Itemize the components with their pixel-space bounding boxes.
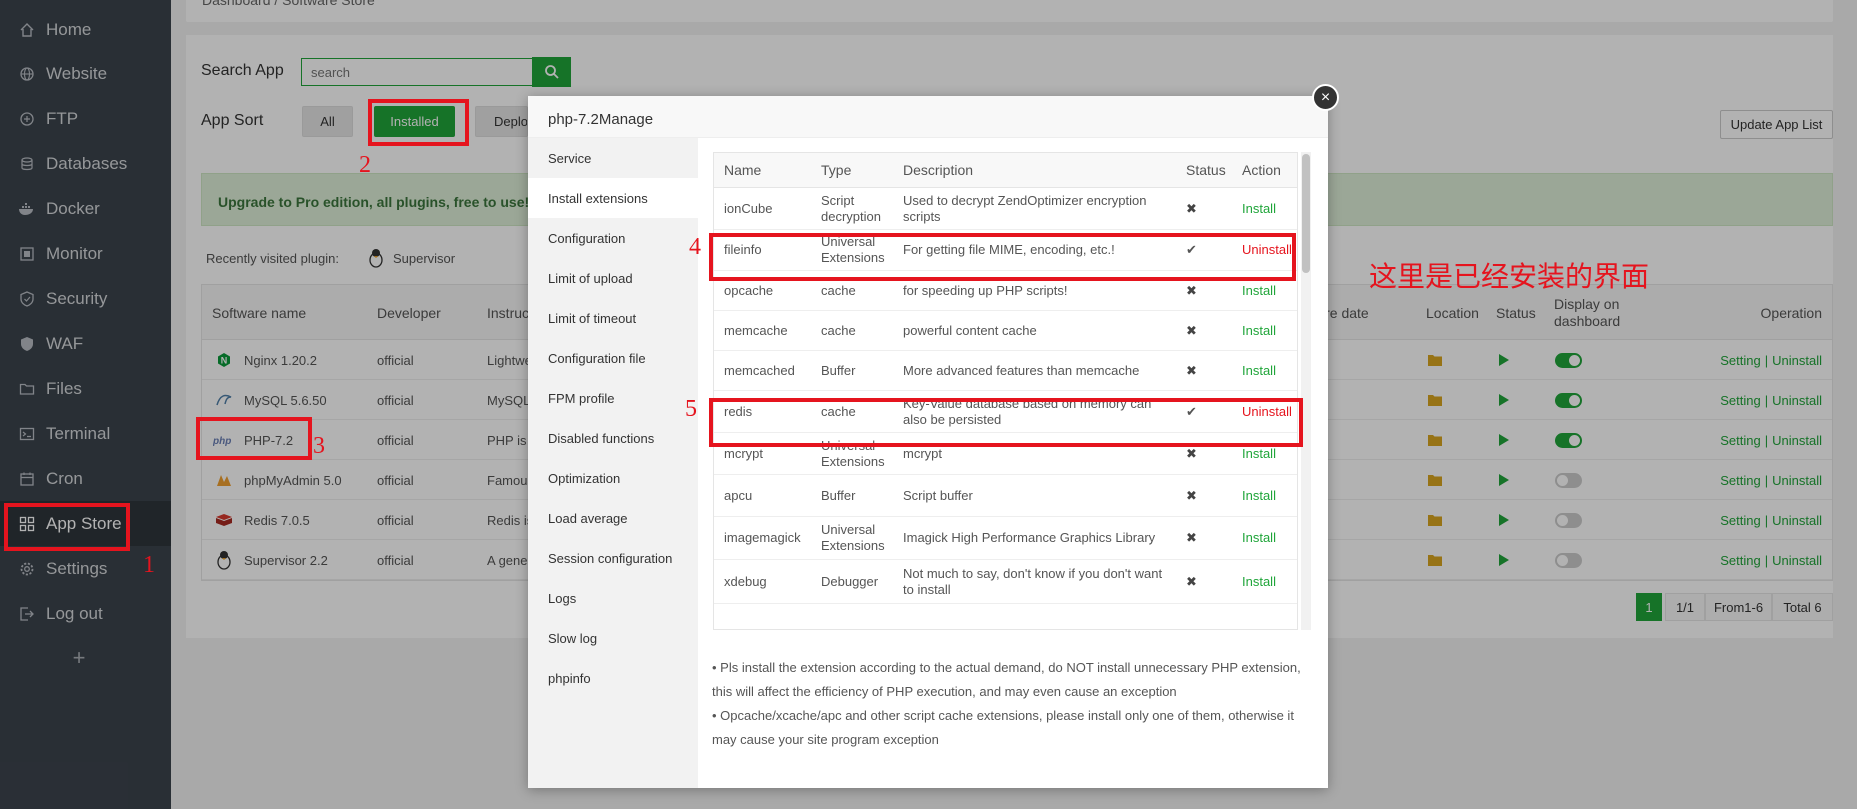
ext-name: fileinfo xyxy=(724,242,762,257)
ext-status-icon: ✔ xyxy=(1186,403,1197,419)
extensions-scrollbar-thumb[interactable] xyxy=(1302,154,1310,273)
annotation-5: 5 xyxy=(685,396,697,422)
extension-row: memcached Buffer More advanced features th… xyxy=(714,351,1297,391)
ext-status-icon: ✖ xyxy=(1186,362,1197,378)
ext-status-icon: ✔ xyxy=(1186,242,1197,257)
ext-type: Universal Extensions xyxy=(821,522,885,553)
ext-type: cache xyxy=(821,403,856,419)
ext-action-link[interactable]: Install xyxy=(1242,271,1276,310)
modal-menu-item[interactable]: Limit of upload xyxy=(528,258,698,298)
col-ext-description: Description xyxy=(903,162,974,178)
modal-menu-item[interactable]: Service xyxy=(528,138,698,178)
note-1: • Pls install the extension according to… xyxy=(712,660,1301,699)
ext-name: mcrypt xyxy=(724,445,763,461)
ext-type: Buffer xyxy=(821,362,856,378)
modal-menu-item[interactable]: FPM profile xyxy=(528,378,698,418)
col-ext-type: Type xyxy=(821,162,852,178)
ext-description: Key-Value database based on memory can a… xyxy=(903,395,1152,427)
modal-menu-item[interactable]: Load average xyxy=(528,498,698,538)
modal-menu-item[interactable]: Optimization xyxy=(528,458,698,498)
ext-status-icon: ✖ xyxy=(1186,445,1197,461)
ext-name: imagemagick xyxy=(724,530,801,545)
ext-name: redis xyxy=(724,403,753,419)
ext-name: xdebug xyxy=(724,573,767,589)
note-2: • Opcache/xcache/apc and other script ca… xyxy=(712,708,1294,747)
col-ext-status: Status xyxy=(1186,162,1226,178)
ext-action-link[interactable]: Uninstall xyxy=(1242,230,1292,270)
ext-description: Not much to say, don't know if you don't… xyxy=(903,565,1163,597)
modal-menu-item[interactable]: phpinfo xyxy=(528,658,698,698)
extension-row: ionCube Script decryption Used to decrypt … xyxy=(714,188,1297,230)
ext-description: More advanced features than memcache xyxy=(903,362,1140,378)
modal-title: php-7.2Manage xyxy=(528,96,1328,138)
ext-status-icon: ✖ xyxy=(1186,487,1197,503)
extension-row: redis cache Key-Value database based on me… xyxy=(714,391,1297,433)
ext-action-link[interactable]: Uninstall xyxy=(1242,391,1292,432)
ext-description: mcrypt xyxy=(903,445,942,461)
ext-type: cache xyxy=(821,322,856,338)
modal-menu-item[interactable]: Session configuration xyxy=(528,538,698,578)
ext-type: Universal Extensions xyxy=(821,234,885,265)
note-1-text: Pls install the extension according to t… xyxy=(712,660,1301,699)
modal-menu-item[interactable]: Configuration file xyxy=(528,338,698,378)
ext-status-icon: ✖ xyxy=(1186,573,1197,589)
ext-status-icon: ✖ xyxy=(1186,322,1197,338)
modal-menu-item[interactable]: Disabled functions xyxy=(528,418,698,458)
modal-menu-item[interactable]: Configuration xyxy=(528,218,698,258)
extension-row: xdebug Debugger Not much to say, don't kno… xyxy=(714,560,1297,604)
ext-description: For getting file MIME, encoding, etc.! xyxy=(903,242,1115,257)
ext-type: Script decryption xyxy=(821,192,881,224)
extensions-table: Name Type Description Status Action ionC… xyxy=(713,152,1298,630)
ext-name: memcached xyxy=(724,362,795,378)
ext-name: apcu xyxy=(724,487,753,503)
annotation-note: 这里是已经安装的界面 xyxy=(1369,260,1650,293)
ext-name: opcache xyxy=(724,282,774,298)
annotation-1: 1 xyxy=(143,552,155,578)
ext-status-icon: ✖ xyxy=(1186,282,1197,298)
ext-type: Buffer xyxy=(821,487,856,503)
ext-action-link[interactable]: Install xyxy=(1242,517,1276,559)
ext-action-link[interactable]: Install xyxy=(1242,351,1276,390)
extensions-header: Name Type Description Status Action xyxy=(714,153,1297,188)
extension-row: fileinfo Universal Extensions For getting … xyxy=(714,230,1297,271)
ext-description: Script buffer xyxy=(903,487,973,503)
ext-type: Universal Extensions xyxy=(821,437,885,469)
close-icon[interactable]: × xyxy=(1312,84,1339,111)
ext-description: Imagick High Performance Graphics Librar… xyxy=(903,530,1156,545)
ext-description: powerful content cache xyxy=(903,322,1037,338)
ext-action-link[interactable]: Install xyxy=(1242,188,1276,229)
col-ext-action: Action xyxy=(1242,162,1281,178)
ext-description: for speeding up PHP scripts! xyxy=(903,282,1068,298)
modal-menu-item[interactable]: Slow log xyxy=(528,618,698,658)
col-ext-name: Name xyxy=(724,162,762,178)
ext-action-link[interactable]: Install xyxy=(1242,475,1276,516)
annotation-3: 3 xyxy=(313,433,325,459)
annotation-4: 4 xyxy=(689,234,701,260)
modal-menu-item[interactable]: Logs xyxy=(528,578,698,618)
ext-description: Used to decrypt ZendOptimizer encryption… xyxy=(903,192,1147,224)
ext-status-icon: ✖ xyxy=(1186,200,1197,216)
note-2-text: Opcache/xcache/apc and other script cach… xyxy=(712,708,1294,747)
ext-name: memcache xyxy=(724,322,788,338)
extension-row: apcu Buffer Script buffer ✖ Install xyxy=(714,475,1297,517)
ext-name: ionCube xyxy=(724,200,773,216)
extension-row: memcache cache powerful content cache ✖ Inst… xyxy=(714,311,1297,351)
extension-row: opcache cache for speeding up PHP scripts!… xyxy=(714,271,1297,311)
ext-action-link[interactable]: Install xyxy=(1242,311,1276,350)
ext-type: cache xyxy=(821,282,856,298)
ext-action-link[interactable]: Install xyxy=(1242,433,1276,474)
ext-type: Debugger xyxy=(821,573,879,589)
modal-menu-item[interactable]: Install extensions xyxy=(528,178,698,218)
modal-menu-item[interactable]: Limit of timeout xyxy=(528,298,698,338)
ext-status-icon: ✖ xyxy=(1186,530,1197,545)
extension-row: imagemagick Universal Extensions Imagick H… xyxy=(714,517,1297,560)
ext-action-link[interactable]: Install xyxy=(1242,560,1276,603)
extension-row: mcrypt Universal Extensions mcrypt ✖ Install xyxy=(714,433,1297,475)
annotation-2: 2 xyxy=(359,152,371,178)
